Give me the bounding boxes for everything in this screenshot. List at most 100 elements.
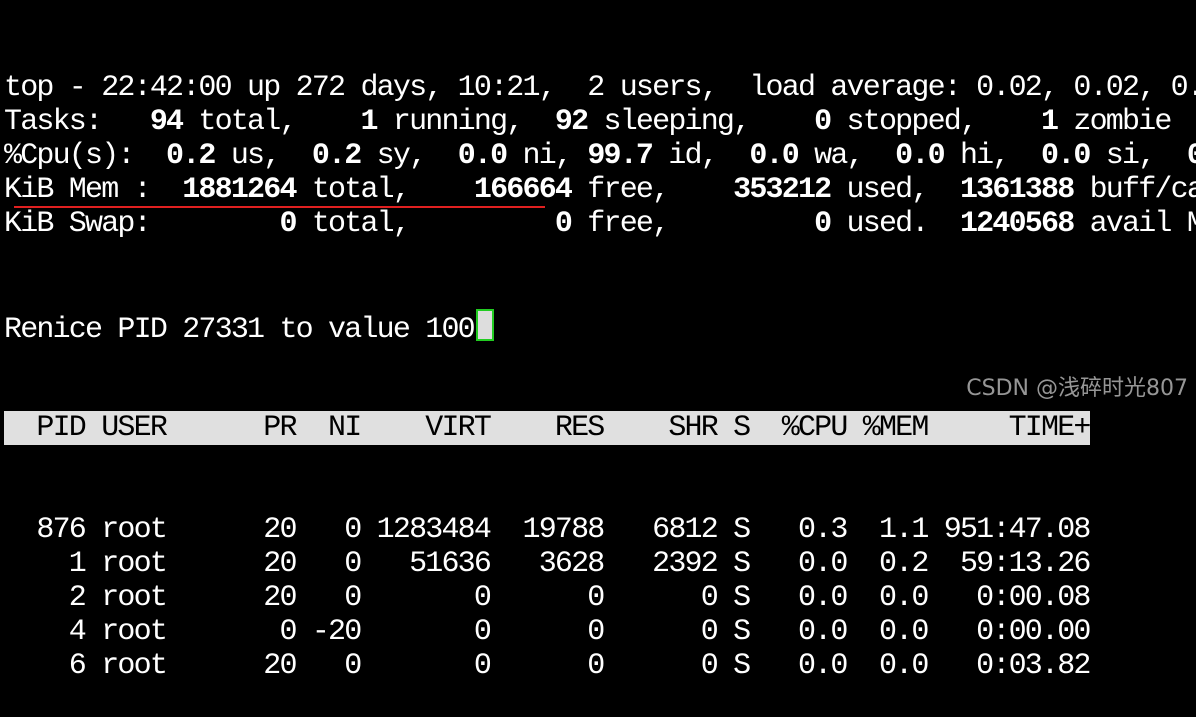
summary-value: 92 [554, 105, 589, 139]
table-row[interactable]: 4 root 0 -20 0 0 0 S 0.0 0.0 0:00.00 [4, 615, 1196, 649]
cell-mem: 0.0 [846, 615, 929, 649]
cell-cpu: 0.3 [749, 513, 848, 547]
process-table: 876 root 20 0 1283484 19788 6812 S 0.3 1… [4, 513, 1196, 683]
cell-time: 0:00.08 [927, 581, 1091, 615]
cell-pid: 876 [4, 513, 86, 547]
renice-prompt[interactable]: Renice PID 27331 to value 100 [4, 309, 1196, 347]
summary-value: 0.0 [1041, 139, 1091, 173]
summary-value: 0 [441, 207, 573, 241]
cell-shr: 0 [603, 615, 719, 649]
summary-line: Tasks: 94 total, 1 running, 92 sleeping,… [4, 105, 1196, 139]
summary-value: 94 [117, 105, 184, 139]
summary-value: 0.0 [749, 139, 799, 173]
summary-value: 353212 [700, 173, 832, 207]
cell-time: 0:03.82 [927, 649, 1091, 683]
cell-virt: 1283484 [360, 513, 492, 547]
summary-label: total, [295, 173, 442, 207]
cell-user: root [85, 547, 231, 581]
cell-res: 19788 [490, 513, 605, 547]
column-header-ni: NI [295, 411, 362, 445]
summary-label: total, [182, 105, 329, 139]
column-header-res: RES [490, 411, 605, 445]
cell-s: S [716, 547, 751, 581]
summary-label: sy, [360, 139, 458, 173]
cell-pr: 0 [230, 615, 297, 649]
cell-user: root [85, 581, 231, 615]
cell-s: S [716, 581, 751, 615]
cell-s: S [716, 649, 751, 683]
summary-label: top - 22:42:00 up 272 days, 10:21, 2 use… [4, 71, 1196, 105]
summary-value: 0 [1186, 139, 1196, 173]
top-terminal[interactable]: top - 22:42:00 up 272 days, 10:21, 2 use… [4, 3, 1196, 717]
cell-pr: 20 [230, 581, 297, 615]
summary-label: KiB Mem : [4, 173, 167, 207]
cell-res: 0 [490, 581, 605, 615]
summary-label: buff/cach [1089, 173, 1196, 207]
cell-cpu: 0.0 [749, 547, 848, 581]
summary-value: 1240568 [959, 207, 1075, 241]
cell-user: root [85, 615, 231, 649]
column-header-virt: VIRT [360, 411, 492, 445]
cell-mem: 0.2 [846, 547, 929, 581]
summary-value: 1 [328, 105, 378, 139]
summary-label: Tasks: [4, 105, 118, 139]
table-row[interactable]: 876 root 20 0 1283484 19788 6812 S 0.3 1… [4, 513, 1196, 547]
table-row[interactable]: 2 root 20 0 0 0 0 S 0.0 0.0 0:00.08 [4, 581, 1196, 615]
summary-line: KiB Mem : 1881264 total, 166664 free, 35… [4, 173, 1196, 207]
cell-res: 0 [490, 649, 605, 683]
summary-label: us, [214, 139, 312, 173]
red-underline-annotation [14, 206, 545, 208]
cell-pid: 2 [4, 581, 87, 615]
cell-virt: 51636 [360, 547, 492, 581]
cell-virt: 0 [360, 649, 492, 683]
cell-ni: 0 [295, 547, 362, 581]
cell-pr: 20 [230, 513, 297, 547]
prompt-text: Renice PID 27331 to value 100 [4, 313, 476, 347]
cell-cpu: 0.0 [749, 615, 848, 649]
cell-shr: 6812 [603, 513, 719, 547]
summary-value: 1 [1008, 105, 1059, 139]
cell-cpu: 0.0 [749, 649, 848, 683]
cell-s: S [716, 615, 751, 649]
summary-label: wa, [797, 139, 896, 173]
column-header-pr: PR [230, 411, 297, 445]
summary-line: top - 22:42:00 up 272 days, 10:21, 2 use… [4, 71, 1196, 105]
summary-value: 0.2 [149, 139, 216, 173]
summary-value: 0 [781, 105, 832, 139]
process-table-header: PID USER PR NI VIRT RES SHR S %CPU %MEM … [4, 411, 1092, 445]
summary-value: 0.0 [457, 139, 508, 173]
summary-label: used, [830, 173, 960, 207]
cell-pid: 1 [4, 547, 87, 581]
cell-ni: 0 [295, 649, 362, 683]
summary-label: total, [295, 207, 442, 241]
summary-area: top - 22:42:00 up 272 days, 10:21, 2 use… [4, 71, 1196, 241]
cell-mem: 0.0 [846, 581, 929, 615]
summary-label: %Cpu(s): [4, 139, 150, 173]
cell-user: root [85, 649, 231, 683]
summary-value: 166664 [441, 173, 573, 207]
text-cursor [475, 309, 494, 341]
cell-mem: 0.0 [846, 649, 929, 683]
summary-label: free, [571, 207, 701, 241]
cell-shr: 0 [603, 581, 719, 615]
table-row[interactable]: 1 root 20 0 51636 3628 2392 S 0.0 0.2 59… [4, 547, 1196, 581]
summary-label: KiB Swap: [4, 207, 167, 241]
summary-value: 0 [700, 207, 832, 241]
summary-value: 0.2 [311, 139, 362, 173]
summary-value: 1881264 [166, 173, 297, 207]
summary-line: %Cpu(s): 0.2 us, 0.2 sy, 0.0 ni, 99.7 id… [4, 139, 1196, 173]
watermark: CSDN @浅碎时光807 [966, 376, 1188, 401]
cell-pr: 20 [230, 649, 297, 683]
summary-value: 0 [166, 207, 297, 241]
summary-label: ni, [506, 139, 588, 173]
cell-shr: 0 [603, 649, 719, 683]
summary-label: id, [652, 139, 750, 173]
table-row[interactable]: 6 root 20 0 0 0 0 S 0.0 0.0 0:03.82 [4, 649, 1196, 683]
column-header-time: TIME+ [927, 411, 1092, 445]
summary-label: running, [376, 105, 555, 139]
column-header-user: USER [85, 411, 231, 445]
summary-label: hi, [943, 139, 1041, 173]
cell-res: 0 [490, 615, 605, 649]
summary-label: stopped, [830, 105, 1009, 139]
cell-mem: 1.1 [846, 513, 929, 547]
